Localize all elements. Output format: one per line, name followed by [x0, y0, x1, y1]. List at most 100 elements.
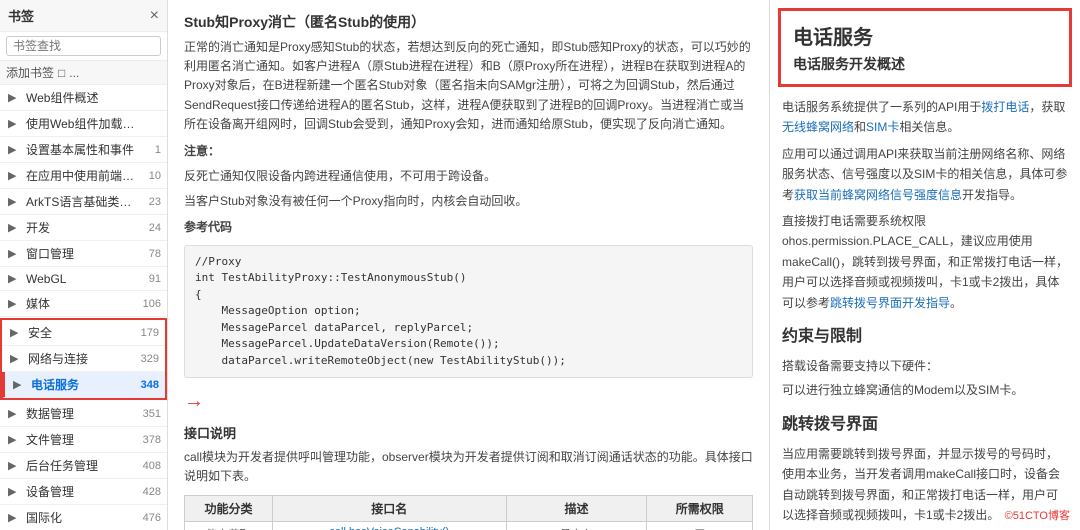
- sidebar-item-js-in-app[interactable]: ▶ 在应用中使用前端页面JavaSci... 10: [0, 163, 167, 189]
- constraint-paragraph: 搭载设备需要支持以下硬件：: [782, 356, 1068, 376]
- expand-icon: ▶: [8, 195, 22, 208]
- constraint-detail: 可以进行独立蜂窝通信的Modem以及SIM卡。: [782, 380, 1068, 400]
- add-bookmark-button[interactable]: 添加书签: [6, 64, 54, 81]
- sidebar-item-count: 1: [141, 144, 161, 156]
- expand-icon: ▶: [10, 352, 24, 365]
- api-link[interactable]: call.hasVoiceCapability(): [329, 526, 449, 530]
- sidebar-search: [0, 32, 167, 61]
- sidebar-item-label: 电话服务: [31, 376, 135, 393]
- expand-icon: ▶: [8, 91, 22, 104]
- sidebar-item-count: 408: [141, 460, 161, 472]
- constraint-title: 约束与限制: [782, 323, 1068, 350]
- arrow-section: →: [184, 390, 753, 413]
- sidebar-item-network[interactable]: ▶ 网络与连接 329: [2, 346, 165, 372]
- table-cell-perm: 无: [647, 521, 753, 530]
- expand-icon: ▶: [8, 169, 22, 182]
- signal-link[interactable]: 获取当前蜂窝网络信号强度信息: [794, 188, 962, 202]
- sidebar-item-count: 348: [139, 379, 159, 391]
- search-input[interactable]: [6, 36, 161, 56]
- main-content: Stub知Proxy消亡（匿名Stub的使用） 正常的消亡通知是Proxy感知S…: [168, 0, 1080, 530]
- sidebar-header-actions: ×: [150, 7, 159, 25]
- sidebar-item-count: 23: [141, 196, 161, 208]
- table-cell-type: 能力获取: [185, 521, 273, 530]
- sidebar-item-security[interactable]: ▶ 安全 179: [2, 320, 165, 346]
- dial-link[interactable]: 拨打电话: [981, 100, 1029, 114]
- sidebar-item-count: 378: [141, 434, 161, 446]
- table-header-perm: 所需权限: [647, 495, 753, 521]
- sidebar-item-arkts-basic[interactable]: ▶ ArkTS语言基础类库概述 23: [0, 189, 167, 215]
- doc-note-text1: 反死亡通知仅限设备内跨进程通信使用，不可用于跨设备。: [184, 167, 753, 186]
- right-hero: 电话服务 电话服务开发概述: [778, 8, 1072, 87]
- red-arrow-icon: →: [184, 390, 204, 413]
- sidebar-highlight-group: ▶ 安全 179 ▶ 网络与连接 329 ▶ 电话服务 348: [0, 318, 167, 400]
- expand-icon: ▶: [8, 407, 22, 420]
- sidebar-item-count: 24: [141, 222, 161, 234]
- sidebar-item-task-management[interactable]: ▶ 后台任务管理 408: [0, 453, 167, 479]
- expand-icon: ▶: [8, 485, 22, 498]
- sidebar-item-telephone[interactable]: ▶ 电话服务 348: [2, 372, 165, 398]
- redirect-link[interactable]: 跳转拨号界面开发指导: [830, 296, 950, 310]
- note-label: 注意：: [184, 144, 220, 158]
- sidebar: 书签 × 添加书签 □ ... ▶ Web组件概述 ▶ 使用Web组件加载页面 …: [0, 0, 168, 530]
- interface-title: 接口说明: [184, 423, 753, 442]
- sidebar-list: ▶ Web组件概述 ▶ 使用Web组件加载页面 ▶ 设置基本属性和事件 1 ▶ …: [0, 85, 167, 530]
- expand-icon: ▶: [8, 511, 22, 524]
- sidebar-item-count: 179: [139, 327, 159, 339]
- bookmark-options-icon[interactable]: □: [58, 66, 65, 80]
- ref-label: 参考代码: [184, 220, 232, 234]
- sidebar-item-i18n[interactable]: ▶ 国际化 476: [0, 505, 167, 530]
- sidebar-item-count: 329: [139, 353, 159, 365]
- table-header-api: 接口名: [272, 495, 506, 521]
- interface-desc: call模块为开发者提供呼叫管理功能，observer模块为开发者提供订阅和取消…: [184, 448, 753, 486]
- doc-panel: Stub知Proxy消亡（匿名Stub的使用） 正常的消亡通知是Proxy感知S…: [168, 0, 770, 530]
- sidebar-item-window-management[interactable]: ▶ 窗口管理 78: [0, 241, 167, 267]
- sidebar-item-label: 窗口管理: [26, 245, 137, 262]
- expand-icon: ▶: [8, 459, 22, 472]
- bookmark-more-icon[interactable]: ...: [69, 66, 79, 80]
- sidebar-item-web-component-overview[interactable]: ▶ Web组件概述: [0, 85, 167, 111]
- doc-code-stub: //Proxy int TestAbilityProxy::TestAnonym…: [184, 245, 753, 379]
- sidebar-item-device-management[interactable]: ▶ 设备管理 428: [0, 479, 167, 505]
- expand-icon: ▶: [8, 117, 22, 130]
- sidebar-item-label: 开发: [26, 219, 137, 236]
- sidebar-item-label: 数据管理: [26, 405, 137, 422]
- sidebar-item-count: 428: [141, 486, 161, 498]
- expand-icon: ▶: [8, 272, 22, 285]
- sidebar-item-media[interactable]: ▶ 媒体 106: [0, 291, 167, 317]
- cellular-link[interactable]: 无线蜂窝网络: [782, 120, 854, 134]
- expand-icon: ▶: [8, 433, 22, 446]
- sidebar-item-count: 91: [141, 273, 161, 285]
- expand-icon: ▶: [8, 297, 22, 310]
- sidebar-item-label: 设置基本属性和事件: [26, 141, 137, 158]
- sidebar-item-label: 文件管理: [26, 431, 137, 448]
- sidebar-item-label: 在应用中使用前端页面JavaSci...: [26, 167, 137, 184]
- hero-subtitle: 电话服务开发概述: [793, 54, 1057, 74]
- stub-proxy-section: Stub知Proxy消亡（匿名Stub的使用） 正常的消亡通知是Proxy感知S…: [184, 12, 753, 378]
- sidebar-item-data-management[interactable]: ▶ 数据管理 351: [0, 401, 167, 427]
- sidebar-item-label: Web组件概述: [26, 89, 137, 106]
- expand-icon: ▶: [13, 378, 27, 391]
- sidebar-item-label: 媒体: [26, 295, 137, 312]
- sidebar-close-icon[interactable]: ×: [150, 7, 159, 25]
- expand-icon: ▶: [8, 143, 22, 156]
- sidebar-item-label: WebGL: [26, 272, 137, 286]
- sidebar-item-count: 351: [141, 408, 161, 420]
- table-cell-api: call.hasVoiceCapability(): [272, 521, 506, 530]
- sidebar-item-basic-events[interactable]: ▶ 设置基本属性和事件 1: [0, 137, 167, 163]
- redirect-title: 跳转拨号界面: [782, 411, 1068, 438]
- sidebar-item-label: 国际化: [26, 509, 137, 526]
- intro-paragraph2: 应用可以通过调用API来获取当前注册网络名称、网络服务状态、信号强度以及SIM卡…: [782, 144, 1068, 205]
- sidebar-item-use-web-component[interactable]: ▶ 使用Web组件加载页面: [0, 111, 167, 137]
- sidebar-item-label: 网络与连接: [28, 350, 135, 367]
- sidebar-item-count: 476: [141, 512, 161, 524]
- sidebar-item-file-management[interactable]: ▶ 文件管理 378: [0, 427, 167, 453]
- sidebar-item-webgl[interactable]: ▶ WebGL 91: [0, 267, 167, 291]
- sidebar-item-develop[interactable]: ▶ 开发 24: [0, 215, 167, 241]
- hero-title: 电话服务: [793, 21, 1057, 50]
- sidebar-header: 书签 ×: [0, 0, 167, 32]
- sidebar-item-label: 后台任务管理: [26, 457, 137, 474]
- stub-proxy-text1: 正常的消亡通知是Proxy感知Stub的状态，若想达到反向的死亡通知，即Stub…: [184, 38, 753, 134]
- table-header-type: 功能分类: [185, 495, 273, 521]
- sim-link[interactable]: SIM卡: [866, 120, 899, 134]
- doc-ref-label: 参考代码: [184, 218, 753, 237]
